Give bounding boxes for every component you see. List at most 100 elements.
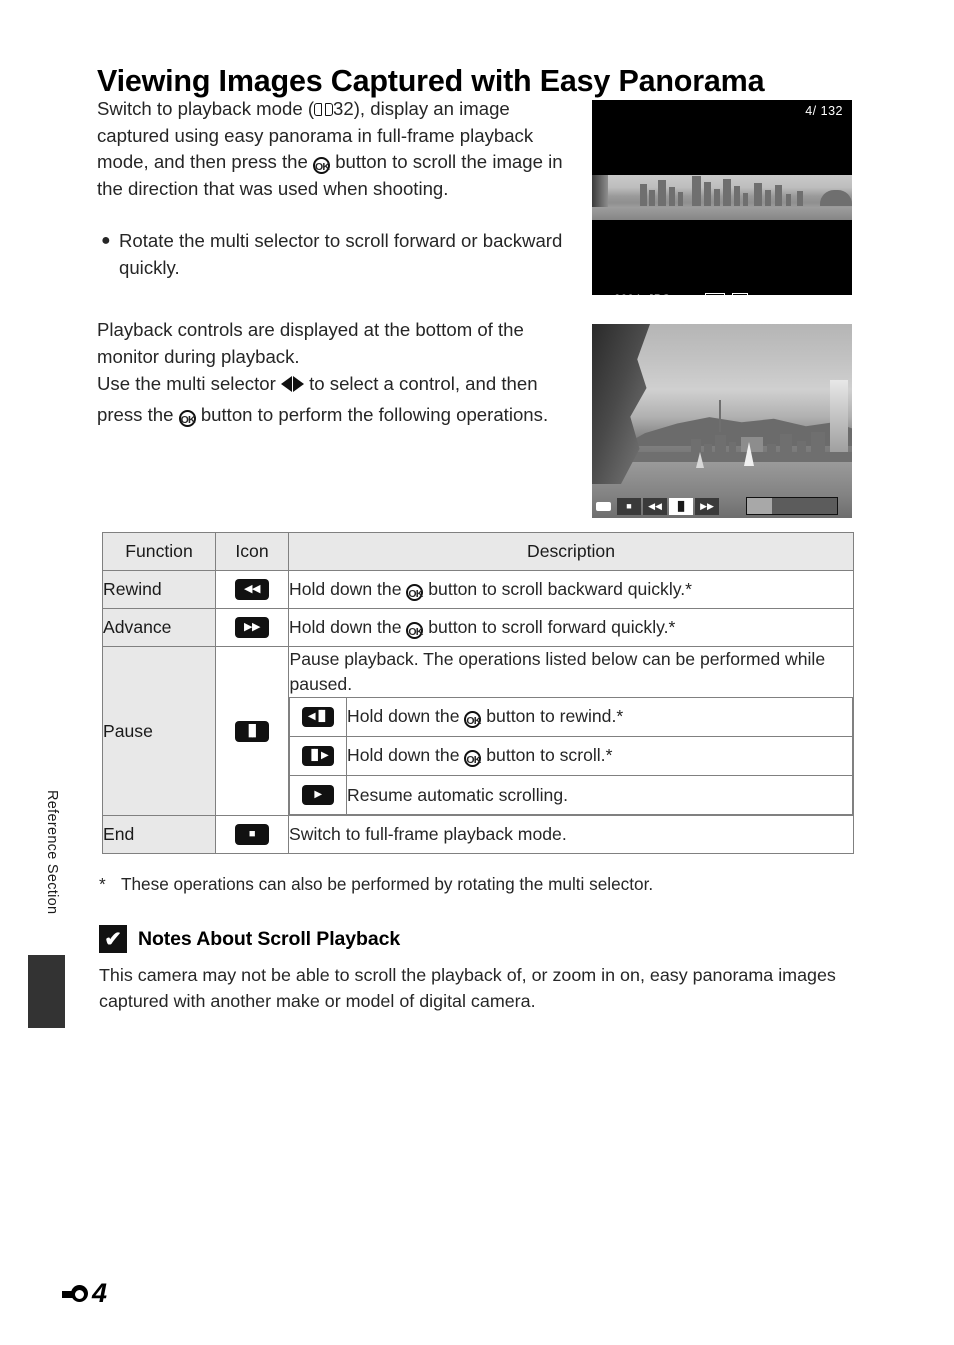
- sailboat: [744, 442, 754, 466]
- reference-section-icon-hole: [75, 1289, 84, 1299]
- radio-tower: [719, 400, 721, 432]
- skyline-building: [678, 192, 683, 206]
- dots-icon: ⁝: [727, 294, 730, 295]
- skyline-building: [797, 191, 803, 206]
- description-prefix: Hold down the: [347, 706, 465, 726]
- skyline-building: [734, 186, 740, 206]
- panorama-photo: [592, 324, 852, 518]
- skyline-building: [714, 189, 720, 206]
- bullet-marker: ●: [101, 232, 111, 249]
- skyline-building: [743, 193, 748, 206]
- intro-bullet-list: ● Rotate the multi selector to scroll fo…: [97, 228, 567, 281]
- column-header-function: Function: [102, 532, 216, 571]
- notes-heading: ✔ Notes About Scroll Playback: [99, 925, 400, 953]
- icon-cell: ▐▌: [215, 646, 289, 816]
- advance-control-button[interactable]: ▶▶: [695, 497, 719, 515]
- description-cell: Switch to full-frame playback mode.: [288, 815, 854, 854]
- playback-control-bar[interactable]: ■ ◀◀ ▐▌ ▶▶: [592, 494, 852, 518]
- pause-control-button[interactable]: ▐▌: [669, 497, 693, 515]
- left-right-arrows-icon: [280, 375, 304, 402]
- controls-intro-paragraph-2: Use the multi selector to select a contr…: [97, 371, 567, 428]
- ok-button-icon: OK: [313, 157, 331, 175]
- skyline-building: [786, 194, 791, 206]
- pause-intro-row: Pause playback. The operations listed be…: [289, 647, 853, 698]
- reference-section-icon: [62, 1282, 92, 1306]
- icon-cell: ▶: [289, 775, 347, 815]
- skyline-building: [704, 182, 711, 206]
- description-suffix: button to scroll forward quickly.*: [423, 617, 676, 637]
- description-prefix: Hold down the: [289, 617, 407, 637]
- table-row: ▐▌▶ Hold down the OK button to scroll.*: [289, 736, 853, 776]
- notes-title: Notes About Scroll Playback: [138, 927, 401, 950]
- icon-cell: ■: [215, 815, 289, 854]
- list-item: ● Rotate the multi selector to scroll fo…: [97, 228, 567, 281]
- intro-paragraph: Switch to playback mode (32), display an…: [97, 96, 563, 202]
- play-icon: ▶: [302, 785, 334, 805]
- scroll-progress-bar[interactable]: [746, 497, 838, 515]
- function-name: Pause: [102, 646, 216, 816]
- notes-body: This camera may not be able to scroll th…: [99, 965, 836, 1011]
- ok-label: OK: [705, 293, 725, 295]
- rewind-icon: ◀◀: [235, 579, 269, 600]
- controls-text-part1: Use the multi selector: [97, 373, 281, 394]
- pause-icon: ▐▌: [235, 720, 269, 742]
- column-header-icon: Icon: [215, 532, 289, 571]
- footnote-text: These operations can also be performed b…: [121, 874, 654, 894]
- skyline-building: [765, 190, 771, 206]
- column-header-description: Description: [288, 532, 854, 571]
- table-row: Advance ▶▶ Hold down the OK button to sc…: [102, 608, 854, 647]
- footnote-marker: *: [99, 874, 106, 894]
- table-row-pause: Pause ▐▌ Pause playback. The operations …: [102, 646, 854, 816]
- description-suffix: button to rewind.*: [481, 706, 624, 726]
- controls-text-part3: button to perform the following operatio…: [195, 403, 549, 425]
- skyline-building: [649, 190, 655, 206]
- description-cell: Hold down the OK button to rewind.*: [346, 697, 853, 737]
- pause-description-cell: Pause playback. The operations listed be…: [288, 646, 854, 816]
- ok-button-icon: OK: [406, 622, 424, 639]
- frame-advance-icon: ▐▌▶: [302, 746, 334, 766]
- battery-icon: [596, 501, 611, 511]
- stop-icon: ■: [235, 824, 269, 845]
- skyline-building: [669, 187, 675, 206]
- side-tab-block: [28, 955, 65, 1028]
- playback-controls-table: Function Icon Description Rewind ◀◀ Hold…: [102, 532, 854, 854]
- ok-button-icon: OK: [464, 711, 482, 728]
- rewind-control-button[interactable]: ◀◀: [643, 497, 667, 515]
- icon-cell: ◀▐▌: [289, 697, 347, 737]
- pause-sub-table: Pause playback. The operations listed be…: [289, 647, 853, 815]
- table-row: ◀▐▌ Hold down the OK button to rewind.*: [289, 697, 853, 737]
- skyline-building: [775, 185, 782, 206]
- skyline-building: [692, 176, 701, 206]
- book-icon: [314, 103, 334, 117]
- ok-scroll-hint: OK ⁝ ▶: [705, 293, 748, 295]
- skyline-building: [658, 180, 666, 206]
- image-filename: 0004. JPG: [614, 293, 671, 295]
- frame-rewind-icon: ◀▐▌: [302, 707, 334, 727]
- table-row: ▶ Resume automatic scrolling.: [289, 775, 853, 815]
- description-suffix: button to scroll backward quickly.*: [423, 579, 692, 599]
- description-prefix: Hold down the: [289, 579, 407, 599]
- controls-intro-paragraph-1: Playback controls are displayed at the b…: [97, 319, 524, 367]
- function-name: Rewind: [102, 570, 216, 609]
- stop-control-button[interactable]: ■: [617, 497, 641, 515]
- ok-button-icon: OK: [464, 750, 482, 767]
- ok-button-icon: OK: [178, 409, 196, 427]
- advance-icon: ▶▶: [235, 617, 269, 638]
- panorama-image-strip: [592, 175, 852, 220]
- intro-page-ref: 32: [333, 98, 354, 119]
- diamond-head-hill: [820, 190, 852, 206]
- side-tab-label: Reference Section: [44, 790, 60, 915]
- bullet-text: Rotate the multi selector to scroll forw…: [119, 230, 563, 278]
- table-row: End ■ Switch to full-frame playback mode…: [102, 815, 854, 854]
- page-number: 4: [92, 1278, 108, 1308]
- function-name: End: [102, 815, 216, 854]
- sailboat: [696, 452, 704, 468]
- icon-cell: ▶▶: [215, 608, 289, 647]
- table-row: Rewind ◀◀ Hold down the OK button to scr…: [102, 570, 854, 609]
- frame-counter: 4/ 132: [805, 104, 843, 118]
- ok-button-icon: OK: [406, 584, 424, 601]
- description-cell: Hold down the OK button to scroll forwar…: [288, 608, 854, 647]
- page-footer: 4: [62, 1278, 107, 1309]
- table-header-row: Function Icon Description: [102, 532, 854, 571]
- description-suffix: button to scroll.*: [481, 745, 613, 765]
